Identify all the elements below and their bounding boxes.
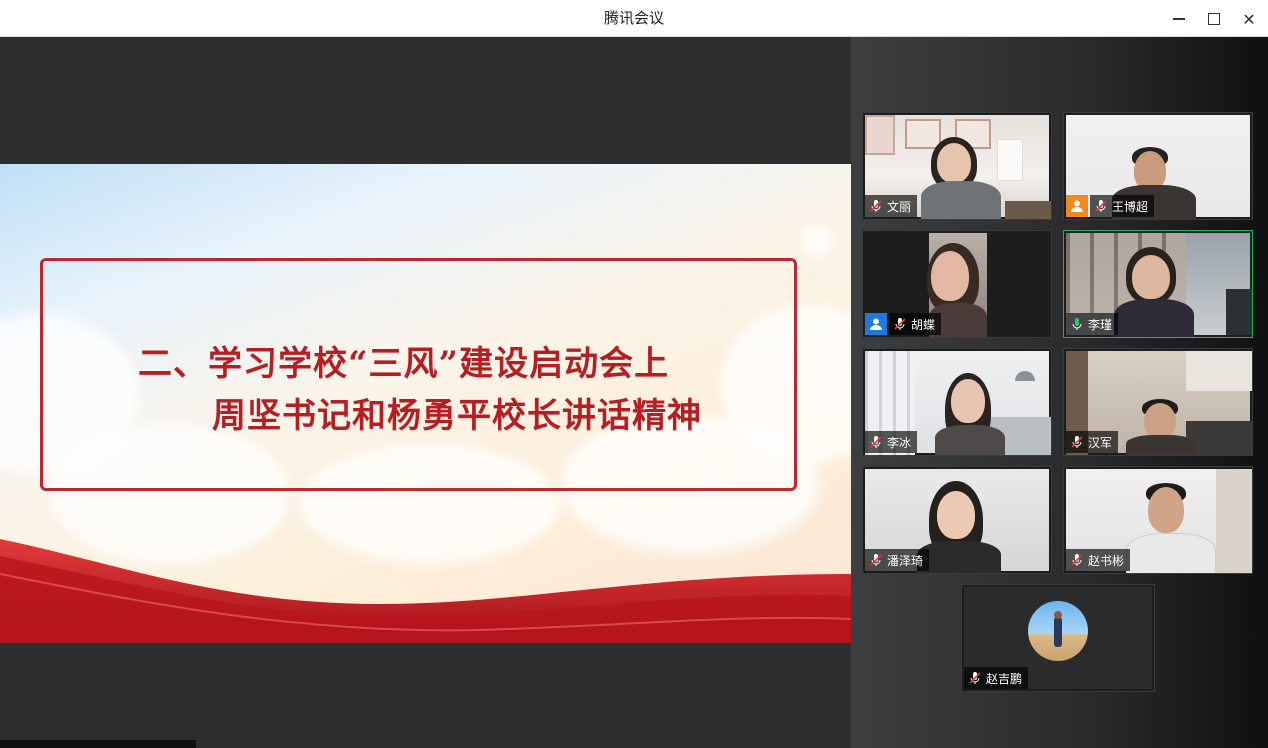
participant-tile[interactable]: 胡蝶 [862, 230, 1052, 338]
participant-tile[interactable]: 王博超 [1063, 112, 1253, 220]
user-icon [870, 318, 882, 330]
participant-name-bar: 赵书彬 [1066, 549, 1131, 571]
participant-name-bar: 胡蝶 [889, 313, 942, 335]
slide-title-line-1: 二、学习学校“三风”建设启动会上 [138, 344, 670, 384]
minimize-icon [1173, 18, 1185, 20]
presentation-slide: 二、学习学校“三风”建设启动会上 周坚书记和杨勇平校长讲话精神 [0, 164, 851, 643]
mic-muted-icon [894, 318, 906, 330]
participant-name: 赵吉鹏 [986, 671, 1023, 686]
participant-name: 李瑾 [1088, 317, 1113, 332]
participant-name: 李冰 [887, 435, 912, 450]
participant-name-bar: 李瑾 [1066, 313, 1119, 335]
shared-screen: 二、学习学校“三风”建设启动会上 周坚书记和杨勇平校长讲话精神 [0, 37, 851, 748]
mic-muted-icon [1071, 436, 1083, 448]
mic-muted-icon [969, 672, 981, 684]
participant-name: 胡蝶 [911, 317, 936, 332]
participant-name: 汉军 [1088, 435, 1113, 450]
participant-name: 王博超 [1112, 199, 1149, 214]
participant-name: 文丽 [887, 199, 912, 214]
mic-muted-icon [870, 554, 882, 566]
participant-tile-speaking[interactable]: 李瑾 [1063, 230, 1253, 338]
mic-muted-icon [1071, 554, 1083, 566]
participant-tile[interactable]: 汉军 [1063, 348, 1253, 456]
participant-panel: 文丽 王博超 胡蝶 李瑾 李冰 汉军 潘泽琦 赵书彬 赵吉鹏 [851, 37, 1268, 748]
avatar [1028, 601, 1088, 661]
participant-tile[interactable]: 文丽 [862, 112, 1052, 220]
maximize-button[interactable] [1201, 6, 1227, 32]
slide-title-line-2: 周坚书记和杨勇平校长讲话精神 [212, 396, 702, 436]
participant-tile[interactable]: 潘泽琦 [862, 466, 1052, 574]
avatar-badge [865, 313, 887, 335]
mic-muted-icon [870, 436, 882, 448]
participant-name-bar: 李冰 [865, 431, 918, 453]
mic-on-icon [1072, 318, 1082, 330]
participant-tile[interactable]: 赵吉鹏 [961, 584, 1155, 692]
participant-tile[interactable]: 李冰 [862, 348, 1052, 456]
participant-name-bar: 文丽 [865, 195, 918, 217]
window-title: 腾讯会议 [603, 9, 664, 27]
user-icon [1071, 200, 1083, 212]
participant-name: 潘泽琦 [887, 553, 924, 568]
minimize-button[interactable] [1166, 6, 1192, 32]
mic-muted-icon [870, 200, 882, 212]
participant-name-bar: 汉军 [1066, 431, 1119, 453]
bottom-caption-strip [0, 740, 196, 748]
participant-name: 赵书彬 [1088, 553, 1125, 568]
close-button[interactable]: ✕ [1236, 6, 1262, 32]
participant-name-bar: 潘泽琦 [865, 549, 930, 571]
close-icon: ✕ [1242, 9, 1256, 29]
mic-muted-icon [1095, 200, 1107, 212]
participant-name-bar: 王博超 [1090, 195, 1155, 217]
participant-name-bar: 赵吉鹏 [964, 667, 1029, 689]
participant-tile[interactable]: 赵书彬 [1063, 466, 1253, 574]
avatar-badge [1066, 195, 1088, 217]
title-bar: 腾讯会议 ✕ [0, 0, 1268, 37]
maximize-icon [1208, 13, 1220, 25]
